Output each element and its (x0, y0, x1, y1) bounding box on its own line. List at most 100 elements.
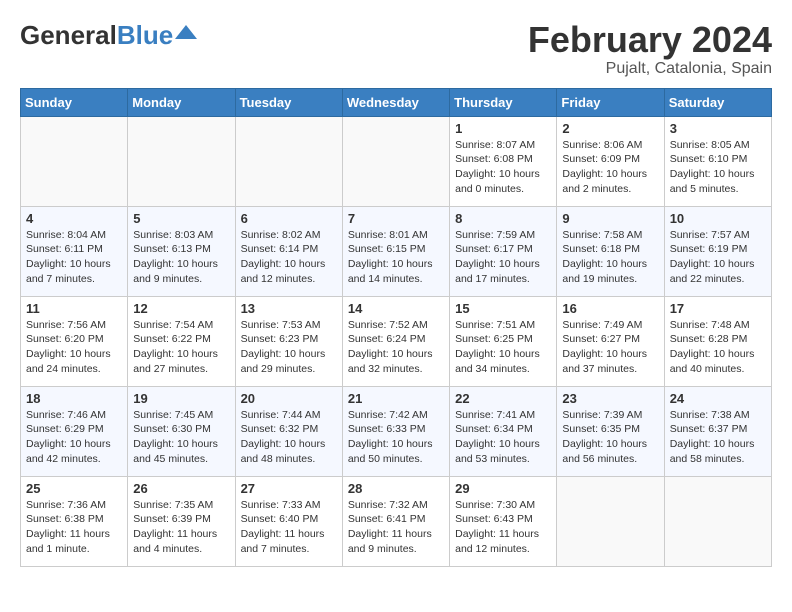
calendar-cell: 14 Sunrise: 7:52 AM Sunset: 6:24 PM Dayli… (342, 296, 449, 386)
logo: General Blue (20, 20, 197, 51)
day-info: Sunrise: 7:36 AM Sunset: 6:38 PM Dayligh… (26, 498, 122, 557)
day-number: 3 (670, 121, 766, 136)
day-info: Sunrise: 7:54 AM Sunset: 6:22 PM Dayligh… (133, 318, 229, 377)
day-number: 4 (26, 211, 122, 226)
day-info: Sunrise: 7:42 AM Sunset: 6:33 PM Dayligh… (348, 408, 444, 467)
day-number: 9 (562, 211, 658, 226)
day-number: 5 (133, 211, 229, 226)
day-number: 17 (670, 301, 766, 316)
day-info: Sunrise: 7:53 AM Sunset: 6:23 PM Dayligh… (241, 318, 337, 377)
day-info: Sunrise: 8:02 AM Sunset: 6:14 PM Dayligh… (241, 228, 337, 287)
month-title: February 2024 (528, 20, 772, 60)
day-info: Sunrise: 7:58 AM Sunset: 6:18 PM Dayligh… (562, 228, 658, 287)
calendar-cell (235, 116, 342, 206)
day-info: Sunrise: 8:04 AM Sunset: 6:11 PM Dayligh… (26, 228, 122, 287)
day-info: Sunrise: 7:45 AM Sunset: 6:30 PM Dayligh… (133, 408, 229, 467)
day-number: 2 (562, 121, 658, 136)
day-info: Sunrise: 8:03 AM Sunset: 6:13 PM Dayligh… (133, 228, 229, 287)
day-number: 18 (26, 391, 122, 406)
calendar-cell: 23 Sunrise: 7:39 AM Sunset: 6:35 PM Dayli… (557, 386, 664, 476)
calendar-cell (557, 476, 664, 566)
header-row: SundayMondayTuesdayWednesdayThursdayFrid… (21, 88, 772, 116)
calendar-cell: 10 Sunrise: 7:57 AM Sunset: 6:19 PM Dayli… (664, 206, 771, 296)
calendar-cell: 26Sunrise: 7:35 AM Sunset: 6:39 PM Dayli… (128, 476, 235, 566)
calendar-cell: 29Sunrise: 7:30 AM Sunset: 6:43 PM Dayli… (450, 476, 557, 566)
day-info: Sunrise: 8:07 AM Sunset: 6:08 PM Dayligh… (455, 138, 551, 197)
day-number: 26 (133, 481, 229, 496)
calendar-cell: 25 Sunrise: 7:36 AM Sunset: 6:38 PM Dayli… (21, 476, 128, 566)
day-info: Sunrise: 7:30 AM Sunset: 6:43 PM Dayligh… (455, 498, 551, 557)
day-info: Sunrise: 7:33 AM Sunset: 6:40 PM Dayligh… (241, 498, 337, 557)
day-info: Sunrise: 7:44 AM Sunset: 6:32 PM Dayligh… (241, 408, 337, 467)
day-number: 1 (455, 121, 551, 136)
weekday-header-friday: Friday (557, 88, 664, 116)
page-header: General Blue February 2024 Pujalt, Catal… (20, 20, 772, 78)
day-info: Sunrise: 8:06 AM Sunset: 6:09 PM Dayligh… (562, 138, 658, 197)
day-number: 7 (348, 211, 444, 226)
calendar-cell: 5 Sunrise: 8:03 AM Sunset: 6:13 PM Daylig… (128, 206, 235, 296)
week-row-1: 1 Sunrise: 8:07 AM Sunset: 6:08 PM Daylig… (21, 116, 772, 206)
weekday-header-sunday: Sunday (21, 88, 128, 116)
day-info: Sunrise: 7:48 AM Sunset: 6:28 PM Dayligh… (670, 318, 766, 377)
day-info: Sunrise: 8:01 AM Sunset: 6:15 PM Dayligh… (348, 228, 444, 287)
calendar-cell: 6 Sunrise: 8:02 AM Sunset: 6:14 PM Daylig… (235, 206, 342, 296)
calendar-cell: 24Sunrise: 7:38 AM Sunset: 6:37 PM Dayli… (664, 386, 771, 476)
calendar-cell: 28 Sunrise: 7:32 AM Sunset: 6:41 PM Dayli… (342, 476, 449, 566)
calendar-cell: 16Sunrise: 7:49 AM Sunset: 6:27 PM Dayli… (557, 296, 664, 386)
calendar-cell: 27 Sunrise: 7:33 AM Sunset: 6:40 PM Dayli… (235, 476, 342, 566)
day-info: Sunrise: 7:46 AM Sunset: 6:29 PM Dayligh… (26, 408, 122, 467)
weekday-header-saturday: Saturday (664, 88, 771, 116)
location: Pujalt, Catalonia, Spain (528, 60, 772, 78)
day-number: 24 (670, 391, 766, 406)
calendar-table: SundayMondayTuesdayWednesdayThursdayFrid… (20, 88, 772, 567)
calendar-cell: 13Sunrise: 7:53 AM Sunset: 6:23 PM Dayli… (235, 296, 342, 386)
calendar-cell: 20 Sunrise: 7:44 AM Sunset: 6:32 PM Dayli… (235, 386, 342, 476)
logo-blue-text: Blue (117, 20, 173, 51)
calendar-cell (128, 116, 235, 206)
weekday-header-tuesday: Tuesday (235, 88, 342, 116)
calendar-cell (21, 116, 128, 206)
day-number: 10 (670, 211, 766, 226)
calendar-cell: 12 Sunrise: 7:54 AM Sunset: 6:22 PM Dayli… (128, 296, 235, 386)
weekday-header-thursday: Thursday (450, 88, 557, 116)
day-number: 25 (26, 481, 122, 496)
day-info: Sunrise: 7:51 AM Sunset: 6:25 PM Dayligh… (455, 318, 551, 377)
day-number: 28 (348, 481, 444, 496)
week-row-5: 25 Sunrise: 7:36 AM Sunset: 6:38 PM Dayli… (21, 476, 772, 566)
day-number: 14 (348, 301, 444, 316)
day-number: 11 (26, 301, 122, 316)
day-info: Sunrise: 8:05 AM Sunset: 6:10 PM Dayligh… (670, 138, 766, 197)
day-info: Sunrise: 7:32 AM Sunset: 6:41 PM Dayligh… (348, 498, 444, 557)
day-number: 6 (241, 211, 337, 226)
calendar-cell: 8 Sunrise: 7:59 AM Sunset: 6:17 PM Daylig… (450, 206, 557, 296)
day-number: 15 (455, 301, 551, 316)
day-info: Sunrise: 7:52 AM Sunset: 6:24 PM Dayligh… (348, 318, 444, 377)
calendar-cell: 21Sunrise: 7:42 AM Sunset: 6:33 PM Dayli… (342, 386, 449, 476)
day-number: 23 (562, 391, 658, 406)
calendar-cell: 3 Sunrise: 8:05 AM Sunset: 6:10 PM Daylig… (664, 116, 771, 206)
calendar-cell (664, 476, 771, 566)
day-number: 8 (455, 211, 551, 226)
weekday-header-wednesday: Wednesday (342, 88, 449, 116)
day-number: 12 (133, 301, 229, 316)
calendar-cell: 17 Sunrise: 7:48 AM Sunset: 6:28 PM Dayli… (664, 296, 771, 386)
day-number: 19 (133, 391, 229, 406)
day-number: 27 (241, 481, 337, 496)
day-info: Sunrise: 7:59 AM Sunset: 6:17 PM Dayligh… (455, 228, 551, 287)
day-info: Sunrise: 7:57 AM Sunset: 6:19 PM Dayligh… (670, 228, 766, 287)
week-row-4: 18 Sunrise: 7:46 AM Sunset: 6:29 PM Dayli… (21, 386, 772, 476)
calendar-cell: 2 Sunrise: 8:06 AM Sunset: 6:09 PM Daylig… (557, 116, 664, 206)
calendar-cell: 11 Sunrise: 7:56 AM Sunset: 6:20 PM Dayli… (21, 296, 128, 386)
day-info: Sunrise: 7:49 AM Sunset: 6:27 PM Dayligh… (562, 318, 658, 377)
day-number: 20 (241, 391, 337, 406)
calendar-cell: 7 Sunrise: 8:01 AM Sunset: 6:15 PM Daylig… (342, 206, 449, 296)
calendar-cell: 4 Sunrise: 8:04 AM Sunset: 6:11 PM Daylig… (21, 206, 128, 296)
calendar-cell: 15 Sunrise: 7:51 AM Sunset: 6:25 PM Dayli… (450, 296, 557, 386)
calendar-cell: 19 Sunrise: 7:45 AM Sunset: 6:30 PM Dayli… (128, 386, 235, 476)
day-info: Sunrise: 7:39 AM Sunset: 6:35 PM Dayligh… (562, 408, 658, 467)
calendar-cell: 9 Sunrise: 7:58 AM Sunset: 6:18 PM Daylig… (557, 206, 664, 296)
weekday-header-monday: Monday (128, 88, 235, 116)
day-info: Sunrise: 7:56 AM Sunset: 6:20 PM Dayligh… (26, 318, 122, 377)
calendar-cell: 1 Sunrise: 8:07 AM Sunset: 6:08 PM Daylig… (450, 116, 557, 206)
title-block: February 2024 Pujalt, Catalonia, Spain (528, 20, 772, 78)
